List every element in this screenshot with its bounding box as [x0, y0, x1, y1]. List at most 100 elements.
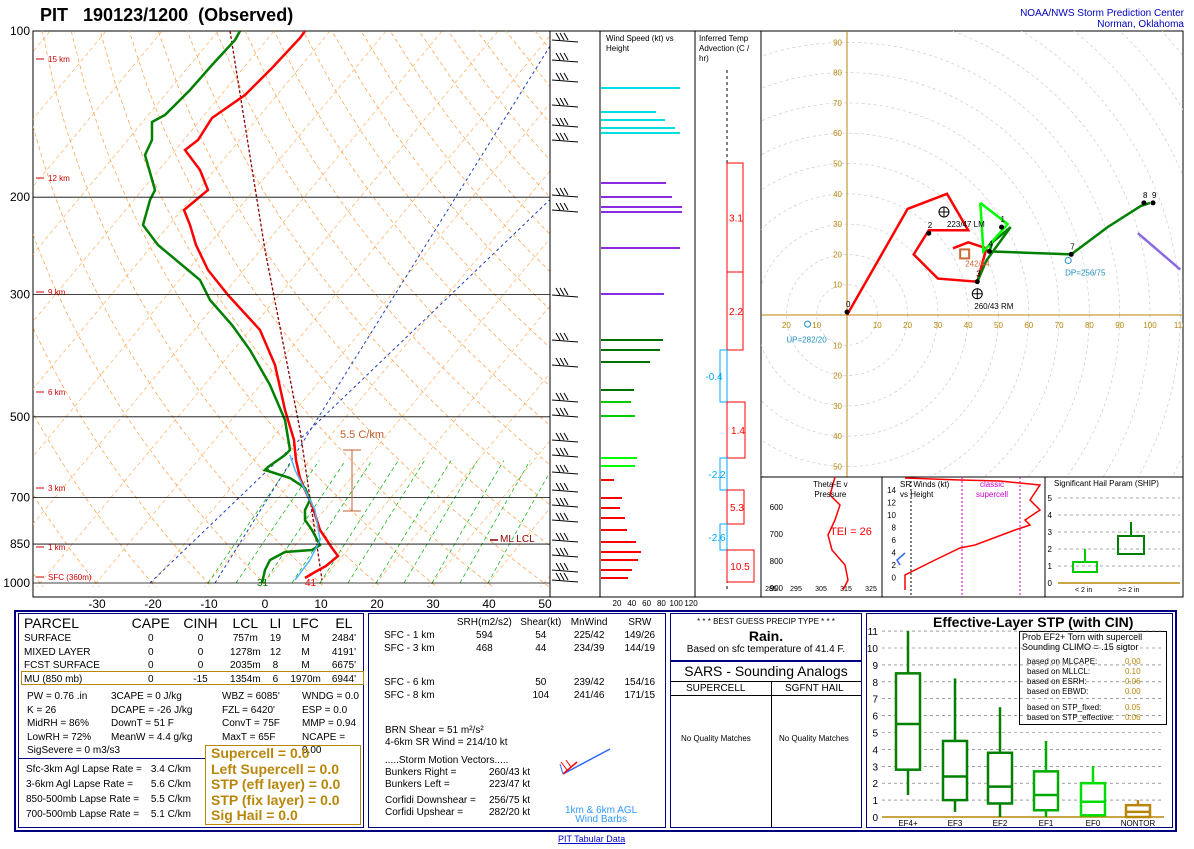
wind-barb-feather: [563, 392, 569, 401]
hodo-up-label: UP=282/20: [786, 335, 827, 344]
wind-barb-feather: [555, 97, 561, 106]
temp-tick-label: 30: [426, 597, 440, 611]
smv-row: Bunkers Left = 223/47 kt: [385, 779, 530, 791]
stp-item-label: based on EBWD:: [1027, 687, 1089, 696]
height-label: 3 km: [48, 484, 66, 493]
tadv-value: 1.4: [731, 426, 745, 437]
precip-detail: Based on sfc temperature of 41.4 F.: [686, 644, 846, 655]
hodo-point: [844, 309, 850, 315]
wind-barb-feather: [559, 202, 565, 211]
dry-adiabat: [128, 31, 550, 587]
wind-barb-feather: [559, 572, 565, 581]
pressure-label: 1000: [3, 576, 30, 590]
hodo-rm-label: 260/43 RM: [974, 302, 1013, 311]
wind-barb-feather: [555, 432, 561, 441]
dry-adiabat: [33, 233, 269, 587]
lapse-value: 5.5 C/km: [150, 794, 191, 805]
hodo-point-label: 4: [988, 239, 993, 248]
isotherm: [33, 31, 163, 188]
parcel-cell: M: [301, 633, 310, 645]
hodo-point-label: 8: [1143, 191, 1148, 200]
parcel-h0: PARCEL: [24, 615, 79, 631]
wind-barb: [551, 39, 579, 43]
lapse-divider: [19, 758, 205, 759]
thetae-xtick: 295: [790, 586, 802, 593]
hodo-xtick: 80: [1085, 321, 1094, 330]
dry-adiabat: [273, 31, 550, 387]
kin-cell: 50: [535, 677, 547, 688]
hodo-xtick: 40: [964, 321, 973, 330]
idx-wbz: WBZ = 6085': [222, 691, 280, 702]
tadv-value: 5.3: [730, 503, 744, 514]
srw-supercell-label: classic supercell: [976, 480, 1008, 500]
dry-adiabat: [564, 31, 1194, 595]
hodo-ytick-neg: 20: [833, 372, 842, 381]
wind-barb-feather: [563, 512, 569, 521]
dry-adiabat: [33, 412, 156, 587]
smv-label: Bunkers Right =: [385, 767, 457, 778]
lapse-value: 5.6 C/km: [150, 779, 191, 790]
smv-row: Corfidi Upshear = 282/20 kt: [385, 807, 530, 819]
top-frame: [32, 30, 1184, 598]
hodo-xtick-neg: 10: [812, 321, 821, 330]
dry-adiabat: [447, 31, 550, 161]
ws-tick: 80: [657, 599, 666, 608]
wind-barb-feather: [555, 572, 561, 581]
parcel-h2: CINH: [183, 615, 218, 631]
stp-item-label: based on STP_effective:: [1027, 713, 1115, 722]
hodo-ytick: 30: [833, 220, 842, 229]
temp-tick-label: -30: [88, 597, 106, 611]
stp-prob1: Prob EF2+ Torn with supercell: [1022, 632, 1143, 642]
hodo-xtick: 100: [1143, 321, 1157, 330]
wind-barb-feather: [563, 187, 569, 196]
lapse-table: Sfc-3km Agl Lapse Rate = 3.4 C/km 3-6km A…: [25, 762, 192, 822]
wind-barb-feather: [555, 562, 561, 571]
srw-ytick: 4: [892, 549, 897, 558]
hodo-xtick: 110: [1174, 321, 1187, 330]
hodo-xtick: 50: [994, 321, 1003, 330]
ship-ytick: 4: [1048, 511, 1053, 520]
lapse-label: 3-6km Agl Lapse Rate =: [26, 779, 134, 790]
temp-tick-label: -20: [144, 597, 162, 611]
kin-cell: 144/19: [624, 643, 656, 654]
dry-adiabat: [33, 493, 100, 587]
srw-title2: vs Height: [900, 490, 934, 499]
stp-item-label: based on MLLCL:: [1027, 667, 1091, 676]
hodo-xtick: 60: [1024, 321, 1033, 330]
temp-tick-label: 40: [482, 597, 496, 611]
wind-barb: [551, 124, 579, 128]
wind-barb-feather: [555, 117, 561, 126]
idx-convt: ConvT = 75F: [222, 718, 280, 729]
hodo-point-label: 7: [1070, 242, 1075, 251]
pressure-label: 300: [10, 287, 30, 301]
height-label: 6 km: [48, 388, 66, 397]
ship-box-small: [1072, 561, 1098, 573]
mu-highlight: [21, 671, 364, 685]
wind-barb: [551, 209, 579, 213]
stp-item: based on MLLCL: 0.10: [1027, 667, 1167, 677]
stp-item-value: 0.10: [1125, 667, 1141, 676]
brn-block: BRN Shear = 51 m²/s² 4-6km SR Wind = 214…: [385, 725, 530, 819]
dry-adiabat: [33, 572, 44, 587]
tabular-data-link[interactable]: PIT Tabular Data: [558, 834, 625, 844]
wind-barbs: [551, 32, 579, 583]
sars-divider2: [671, 695, 861, 696]
wind-barb-feather: [559, 407, 565, 416]
wind-barb: [551, 504, 579, 508]
wind-barb-feather: [559, 497, 565, 506]
smv-value: 260/43 kt: [489, 767, 531, 778]
downshear-marker: [1064, 256, 1072, 264]
hodo-point: [1141, 200, 1147, 206]
wind-barb-feather: [563, 52, 569, 61]
wind-barb-feather: [559, 447, 565, 456]
parcel-cell: 0: [147, 646, 154, 658]
parcel-cell: 12: [269, 646, 282, 658]
idx-lowrh: LowRH = 72%: [27, 731, 92, 743]
wind-barb-feather: [563, 572, 569, 581]
kin-cell: 241/46: [573, 690, 605, 701]
ship-panel: 5 4 3 2 1 0: [1044, 476, 1184, 598]
hodo-xtick: 20: [903, 321, 912, 330]
wind-barb-feather: [555, 482, 561, 491]
isotherm: [316, 305, 550, 587]
parcel-h3: LCL: [232, 615, 259, 631]
